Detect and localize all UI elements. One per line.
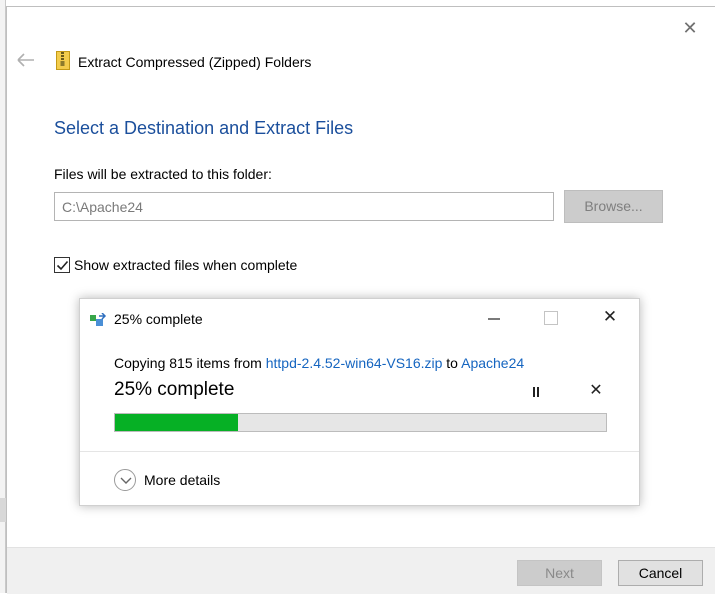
destination-label: Files will be extracted to this folder: bbox=[54, 166, 272, 182]
next-button[interactable]: Next bbox=[517, 560, 602, 586]
copy-description: Copying 815 items from httpd-2.4.52-win6… bbox=[114, 355, 524, 371]
progress-bar-fill bbox=[115, 414, 238, 431]
maximize-icon[interactable] bbox=[544, 311, 558, 325]
browse-button[interactable]: Browse... bbox=[564, 190, 663, 223]
progress-dialog-title: 25% complete bbox=[114, 311, 203, 327]
more-details-label: More details bbox=[144, 472, 221, 488]
show-files-checkbox[interactable] bbox=[54, 257, 70, 273]
chevron-down-icon[interactable] bbox=[114, 469, 136, 491]
page-heading: Select a Destination and Extract Files bbox=[54, 118, 354, 138]
minimize-icon[interactable] bbox=[486, 311, 502, 327]
progress-bar bbox=[114, 413, 607, 432]
wizard-footer: Next Cancel bbox=[7, 547, 715, 594]
divider bbox=[80, 451, 639, 452]
window-close-icon[interactable]: ✕ bbox=[679, 17, 701, 39]
wizard-title: Extract Compressed (Zipped) Folders bbox=[78, 54, 312, 70]
destination-input[interactable] bbox=[54, 192, 554, 221]
copy-to: to bbox=[446, 355, 458, 371]
back-arrow-icon[interactable] bbox=[15, 51, 37, 69]
show-files-option[interactable]: Show extracted files when complete bbox=[54, 255, 297, 275]
more-details-toggle[interactable]: More details bbox=[114, 469, 220, 491]
zip-folder-icon bbox=[56, 51, 70, 70]
copy-prefix: Copying 815 items from bbox=[114, 355, 262, 371]
copy-icon bbox=[90, 312, 108, 327]
progress-status: 25% complete bbox=[114, 379, 235, 400]
pause-icon[interactable] bbox=[529, 385, 543, 399]
show-files-label: Show extracted files when complete bbox=[74, 257, 298, 273]
source-link[interactable]: httpd-2.4.52-win64-VS16.zip bbox=[266, 355, 443, 371]
destination-link[interactable]: Apache24 bbox=[461, 355, 524, 371]
cancel-copy-icon[interactable]: ✕ bbox=[587, 382, 605, 400]
progress-dialog: 25% complete ✕ Copying 815 items from ht… bbox=[79, 298, 640, 506]
cancel-button[interactable]: Cancel bbox=[618, 560, 703, 586]
progress-close-icon[interactable]: ✕ bbox=[601, 308, 619, 326]
